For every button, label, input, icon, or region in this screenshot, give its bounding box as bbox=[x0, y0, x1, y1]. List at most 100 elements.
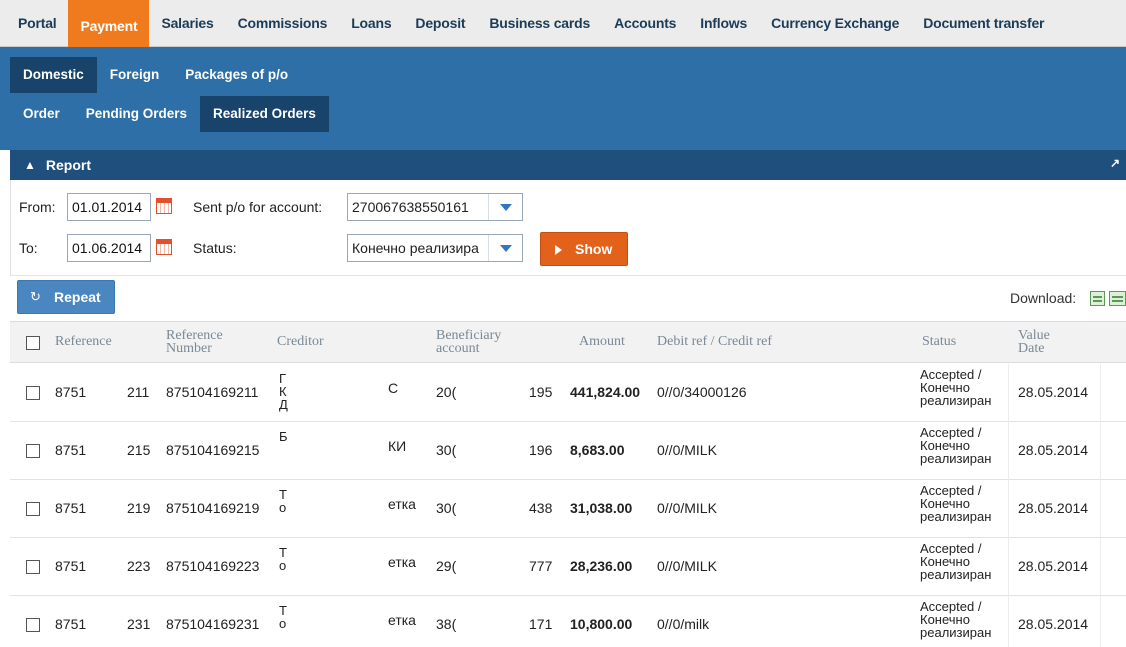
table-toolbar bbox=[10, 275, 1126, 321]
nav-portal[interactable]: Portal bbox=[0, 0, 68, 47]
cell-value-date: 28.05.2014 bbox=[1018, 500, 1089, 516]
to-date-input[interactable]: 01.06.2014 bbox=[67, 234, 151, 262]
cell-amount: 10,800.00 bbox=[570, 616, 633, 632]
nav-payment[interactable]: Payment bbox=[68, 0, 150, 47]
row-checkbox[interactable] bbox=[26, 386, 40, 400]
header-creditor[interactable]: Creditor bbox=[277, 335, 324, 349]
cell-creditor: Т о bbox=[279, 487, 287, 515]
table-row[interactable]: 8751 215 875104169215 Б КИ 30(196 8,683.00 0//0… bbox=[10, 422, 1126, 480]
cell-debit-credit: 0//0/MILK bbox=[657, 500, 717, 516]
collapse-caret-icon[interactable]: ▲ bbox=[24, 158, 36, 172]
cell-reference: 8751 bbox=[55, 616, 87, 632]
cell-beneficiary-account: 20( bbox=[436, 384, 457, 400]
header-beneficiary-account[interactable]: Beneficiary account bbox=[436, 329, 501, 356]
cell-status: Accepted / Конечно реализиран bbox=[920, 600, 991, 639]
cell-beneficiary-suffix: 777 bbox=[529, 558, 553, 574]
header-status[interactable]: Status bbox=[922, 335, 956, 349]
to-calendar-icon[interactable] bbox=[156, 239, 172, 255]
chevron-down-icon[interactable] bbox=[488, 235, 522, 261]
from-label: From: bbox=[19, 199, 56, 215]
column-divider bbox=[1008, 538, 1009, 596]
cell-reference-number: 875104169219 bbox=[166, 500, 260, 516]
nav-deposit[interactable]: Deposit bbox=[403, 0, 477, 47]
column-divider bbox=[1100, 364, 1101, 422]
cell-status: Accepted / Конечно реализиран bbox=[920, 368, 991, 407]
status-select-value: Конечно реализира bbox=[352, 240, 479, 256]
repeat-button[interactable]: ↻ Repeat bbox=[17, 280, 115, 314]
row-checkbox[interactable] bbox=[26, 560, 40, 574]
cell-reference-suffix: 231 bbox=[127, 616, 151, 632]
table-row[interactable]: 8751 231 875104169231 Т о етка 38(171 10,800.0… bbox=[10, 596, 1126, 647]
header-amount[interactable]: Amount bbox=[579, 335, 625, 349]
cell-beneficiary-suffix: 195 bbox=[529, 384, 553, 400]
column-divider bbox=[1008, 480, 1009, 538]
status-label: Status: bbox=[193, 240, 237, 256]
nav-loans[interactable]: Loans bbox=[339, 0, 403, 47]
cell-value-date: 28.05.2014 bbox=[1018, 442, 1089, 458]
chevron-down-icon[interactable] bbox=[488, 194, 522, 220]
cell-beneficiary-account: 30( bbox=[436, 442, 457, 458]
table-header: Reference Reference Number Creditor Bene… bbox=[10, 321, 1126, 363]
cell-reference-number: 875104169231 bbox=[166, 616, 260, 632]
tab-foreign[interactable]: Foreign bbox=[97, 57, 173, 93]
cell-beneficiary-account: 30( bbox=[436, 500, 457, 516]
cell-debit-credit: 0//0/34000126 bbox=[657, 384, 747, 400]
table-row[interactable]: 8751 211 875104169211 Г К Д С 20(195 441,824.0… bbox=[10, 364, 1126, 422]
account-select[interactable]: 270067638550161 bbox=[347, 193, 523, 221]
cell-status-line: реализиран bbox=[920, 451, 992, 466]
cell-beneficiary-account: 38( bbox=[436, 616, 457, 632]
subnav-payment-type: Domestic Foreign Packages of p/o bbox=[10, 57, 301, 93]
from-calendar-icon[interactable] bbox=[156, 198, 172, 214]
cell-beneficiary-suffix: 438 bbox=[529, 500, 553, 516]
header-beneficiary-line2: account bbox=[436, 341, 480, 356]
nav-salaries[interactable]: Salaries bbox=[149, 0, 225, 47]
nav-inflows[interactable]: Inflows bbox=[688, 0, 759, 47]
cell-creditor-suffix: КИ bbox=[388, 438, 407, 454]
cell-reference-suffix: 219 bbox=[127, 500, 151, 516]
cell-creditor-suffix: етка bbox=[388, 612, 416, 628]
row-checkbox[interactable] bbox=[26, 618, 40, 632]
cell-status-line: реализиран bbox=[920, 567, 992, 582]
expand-icon[interactable]: ↗ bbox=[1110, 156, 1120, 170]
header-debit-credit[interactable]: Debit ref / Credit ref bbox=[657, 335, 772, 349]
cell-status-line: реализиран bbox=[920, 393, 992, 408]
tab-domestic[interactable]: Domestic bbox=[10, 57, 97, 93]
download-excel-icon[interactable] bbox=[1090, 291, 1105, 306]
header-reference-number[interactable]: Reference Number bbox=[166, 329, 223, 356]
tab-order[interactable]: Order bbox=[10, 96, 73, 132]
repeat-button-label: Repeat bbox=[54, 289, 101, 305]
nav-business-cards[interactable]: Business cards bbox=[477, 0, 602, 47]
row-checkbox[interactable] bbox=[26, 502, 40, 516]
tab-pending-orders[interactable]: Pending Orders bbox=[73, 96, 200, 132]
cell-status: Accepted / Конечно реализиран bbox=[920, 484, 991, 523]
tab-packages[interactable]: Packages of p/o bbox=[172, 57, 301, 93]
cell-creditor: Г К Д bbox=[279, 371, 288, 412]
show-button-label: Show bbox=[575, 241, 613, 257]
download-csv-icon[interactable] bbox=[1109, 291, 1126, 306]
row-checkbox[interactable] bbox=[26, 444, 40, 458]
status-select[interactable]: Конечно реализира bbox=[347, 234, 523, 262]
nav-document-transfer[interactable]: Document transfer bbox=[911, 0, 1056, 47]
cell-amount: 28,236.00 bbox=[570, 558, 633, 574]
cell-beneficiary-account: 29( bbox=[436, 558, 457, 574]
nav-currency-exchange[interactable]: Currency Exchange bbox=[759, 0, 911, 47]
nav-accounts[interactable]: Accounts bbox=[602, 0, 688, 47]
cell-debit-credit: 0//0/MILK bbox=[657, 558, 717, 574]
cell-creditor: Б bbox=[279, 429, 288, 444]
cell-status: Accepted / Конечно реализиран bbox=[920, 426, 991, 465]
cell-value-date: 28.05.2014 bbox=[1018, 558, 1089, 574]
cell-reference-suffix: 223 bbox=[127, 558, 151, 574]
header-value-date-line2: Date bbox=[1018, 341, 1045, 356]
from-date-input[interactable]: 01.01.2014 bbox=[67, 193, 151, 221]
tab-realized-orders[interactable]: Realized Orders bbox=[200, 96, 329, 132]
header-reference[interactable]: Reference bbox=[55, 335, 112, 349]
cell-value-date: 28.05.2014 bbox=[1018, 616, 1089, 632]
table-row[interactable]: 8751 219 875104169219 Т о етка 30(438 31,038.0… bbox=[10, 480, 1126, 538]
report-header[interactable]: ▲ Report ↗ bbox=[10, 150, 1126, 180]
show-button[interactable]: Show bbox=[540, 232, 628, 266]
table-row[interactable]: 8751 223 875104169223 Т о етка 29(777 28,236.0… bbox=[10, 538, 1126, 596]
select-all-checkbox[interactable] bbox=[26, 336, 40, 350]
nav-commissions[interactable]: Commissions bbox=[226, 0, 340, 47]
cell-creditor-suffix: С bbox=[388, 380, 399, 396]
header-value-date[interactable]: Value Date bbox=[1018, 329, 1050, 356]
